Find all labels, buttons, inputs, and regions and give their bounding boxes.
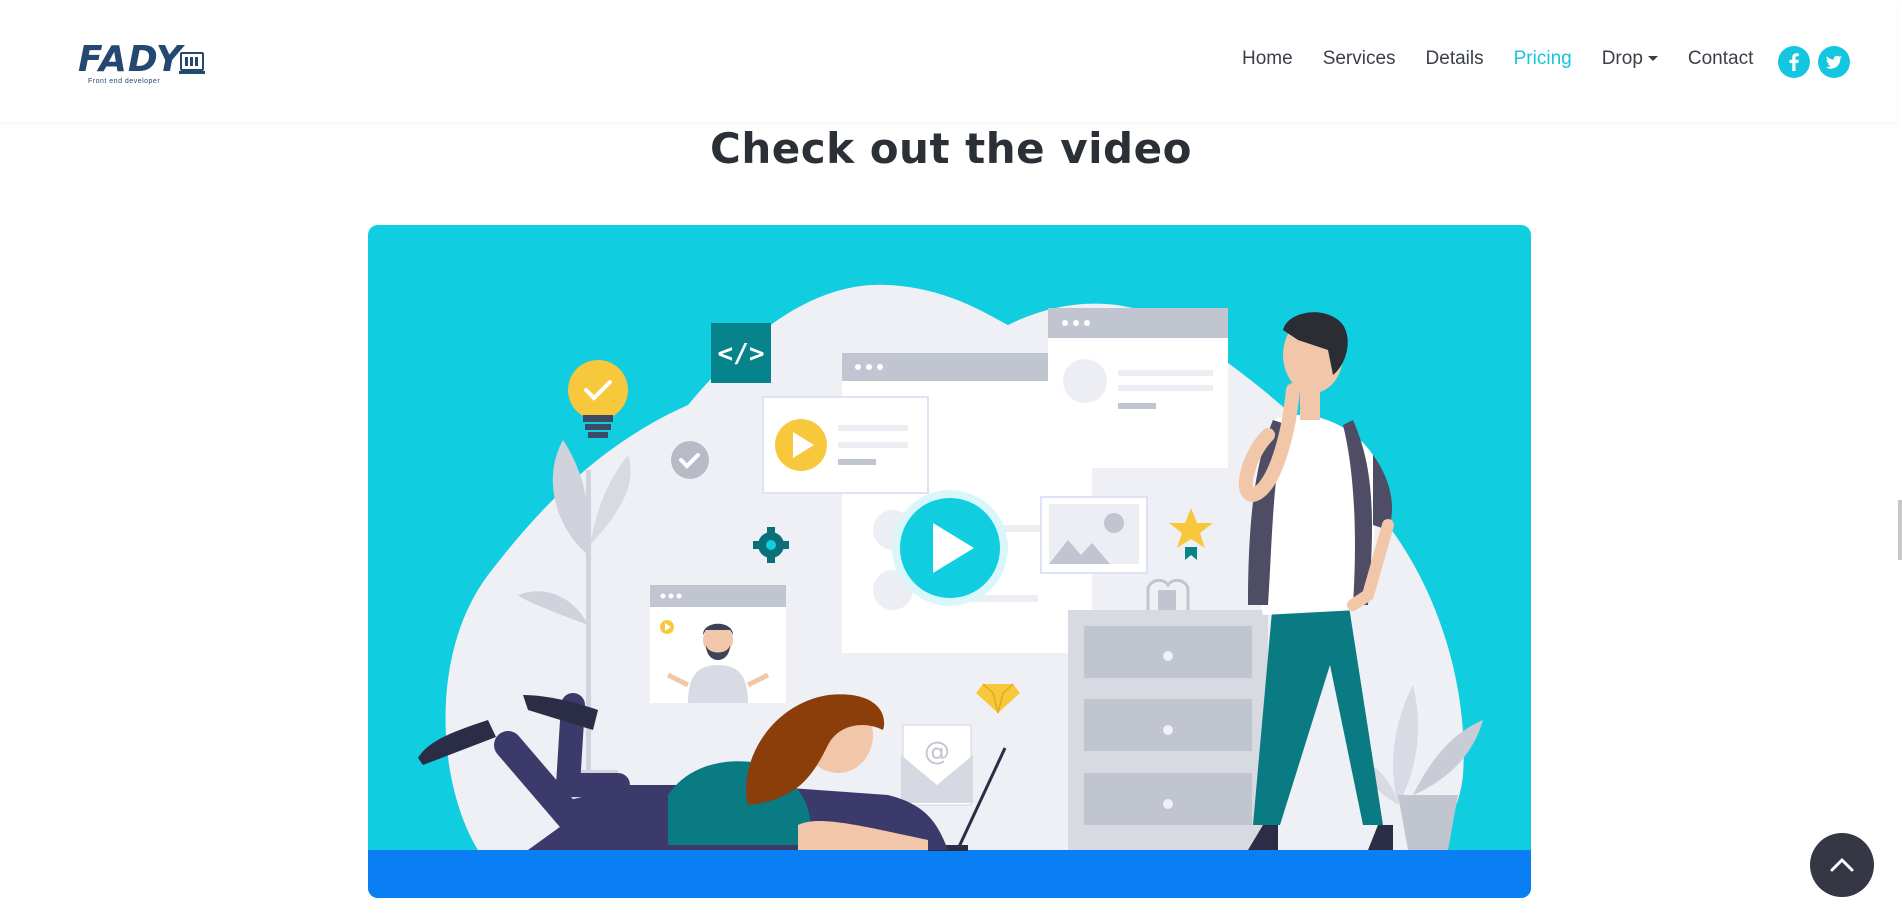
nav-item-contact[interactable]: Contact — [1688, 48, 1753, 70]
brand-name: FADY — [78, 39, 183, 80]
nav-item-drop-label: Drop — [1601, 48, 1643, 69]
nav-item-home[interactable]: Home — [1242, 48, 1293, 70]
profile-card — [1048, 308, 1228, 468]
section-title: Check out the video — [710, 124, 1192, 173]
nav-item-drop[interactable]: Drop — [1602, 48, 1658, 70]
image-card — [1040, 496, 1148, 574]
nav-item-services[interactable]: Services — [1323, 48, 1396, 70]
play-button[interactable] — [892, 490, 1008, 606]
email-symbol: @ — [924, 737, 950, 767]
nav-item-pricing[interactable]: Pricing — [1514, 48, 1572, 70]
caret-down-icon — [1647, 56, 1658, 62]
facebook-glyph-icon — [1789, 53, 1799, 71]
video-call-window — [650, 585, 786, 703]
nav-item-details[interactable]: Details — [1426, 48, 1484, 70]
brand-tagline: Front end developer — [88, 78, 161, 85]
main-nav: Home Services Details Pricing Drop Conta… — [1242, 48, 1783, 70]
code-tag-text: </> — [718, 339, 765, 369]
twitter-icon[interactable] — [1818, 46, 1850, 78]
floor — [368, 850, 1531, 898]
video-thumbnail-card — [762, 396, 929, 494]
navbar: FADY Front end developer Home Services D… — [0, 0, 1897, 122]
code-tag-icon: </> — [711, 323, 771, 383]
brand-logo[interactable]: FADY Front end developer — [78, 40, 208, 90]
laptop-logo-icon — [179, 52, 205, 74]
chevron-up-icon — [1830, 858, 1854, 872]
email-envelope-icon: @ — [901, 724, 973, 806]
video-illustration: </> @ — [368, 284, 1531, 898]
facebook-icon[interactable] — [1778, 46, 1810, 78]
back-to-top-button[interactable] — [1810, 833, 1874, 897]
twitter-glyph-icon — [1825, 55, 1842, 69]
scrollbar-thumb[interactable] — [1898, 500, 1902, 560]
drawer-cabinet — [1068, 578, 1268, 850]
video-card[interactable]: </> @ — [368, 225, 1531, 898]
check-circle-icon — [671, 441, 709, 479]
lightbulb-icon — [568, 360, 628, 438]
